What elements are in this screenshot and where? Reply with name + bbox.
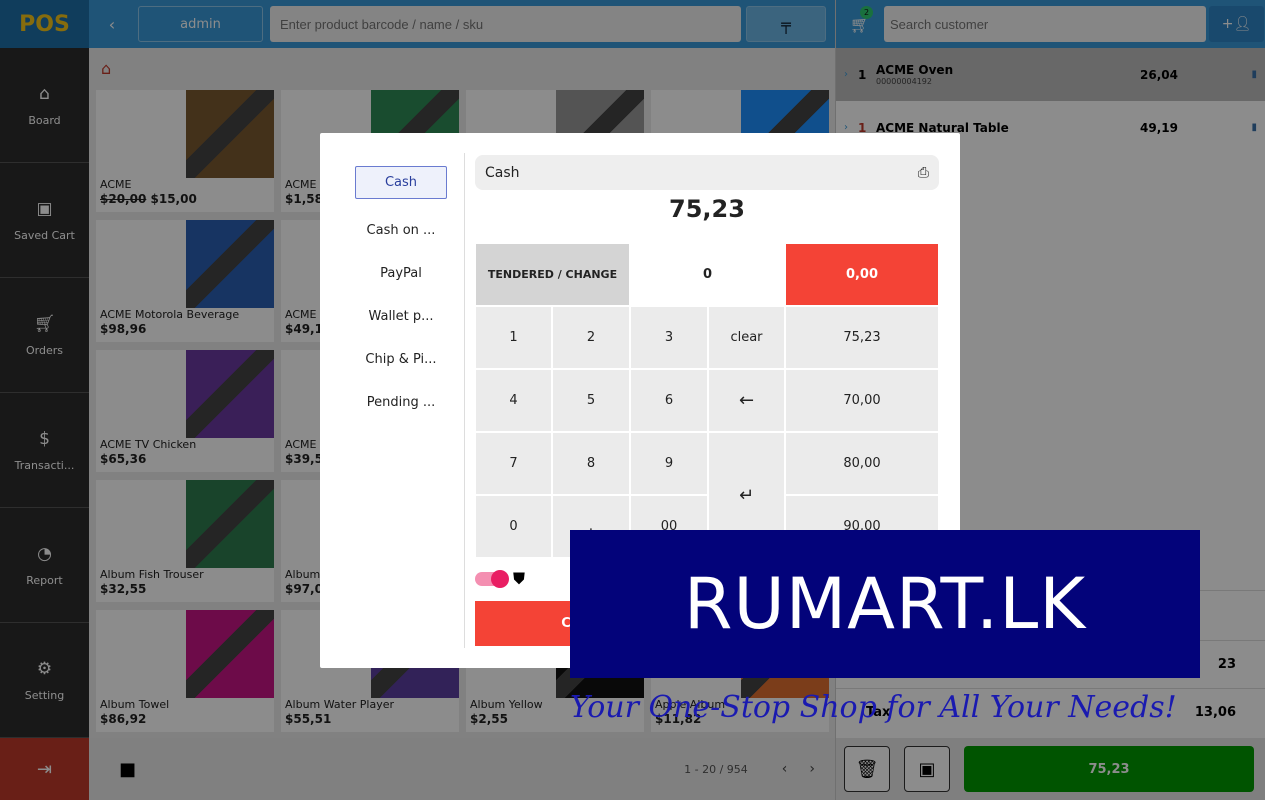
change-value: 0,00 — [785, 243, 939, 306]
key-clear[interactable]: clear — [708, 306, 785, 369]
tendered-label: TENDERED / CHANGE — [475, 243, 630, 306]
quick-amount[interactable]: 70,00 — [785, 369, 939, 432]
selected-method-label: Cash — [485, 164, 520, 181]
toggle-switch[interactable] — [475, 570, 509, 588]
backspace-key[interactable]: ← — [708, 369, 785, 432]
method-chip-pin[interactable]: Chip & Pi... — [355, 338, 447, 381]
method-pending[interactable]: Pending ... — [355, 381, 447, 424]
method-paypal[interactable]: PayPal — [355, 252, 447, 295]
method-wallet[interactable]: Wallet p... — [355, 295, 447, 338]
key-0[interactable]: 0 — [475, 495, 552, 558]
method-cash-on-delivery[interactable]: Cash on ... — [355, 209, 447, 252]
key-7[interactable]: 7 — [475, 432, 552, 495]
key-5[interactable]: 5 — [552, 369, 630, 432]
key-8[interactable]: 8 — [552, 432, 630, 495]
keypad: TENDERED / CHANGE 0 0,00 1 2 3 clear 75,… — [475, 243, 939, 558]
brand-tagline: Your One-Stop Shop for All Your Needs! — [570, 690, 1177, 725]
key-2[interactable]: 2 — [552, 306, 630, 369]
quick-amount[interactable]: 75,23 — [785, 306, 939, 369]
payment-amount: 75,23 — [669, 195, 745, 223]
key-9[interactable]: 9 — [630, 432, 708, 495]
print-icon[interactable]: ⎙ — [918, 165, 929, 181]
tendered-value: 0 — [630, 243, 785, 306]
payment-methods: Cash Cash on ... PayPal Wallet p... Chip… — [355, 166, 447, 424]
print-toggle[interactable]: ⛊ — [475, 569, 525, 589]
quick-amount[interactable]: 80,00 — [785, 432, 939, 495]
brand-watermark: RUMART.LK — [570, 530, 1200, 678]
divider — [464, 153, 465, 648]
key-3[interactable]: 3 — [630, 306, 708, 369]
method-cash[interactable]: Cash — [355, 166, 447, 199]
key-6[interactable]: 6 — [630, 369, 708, 432]
key-1[interactable]: 1 — [475, 306, 552, 369]
shield-icon: ⛊ — [513, 569, 526, 588]
key-4[interactable]: 4 — [475, 369, 552, 432]
payment-header: Cash ⎙ — [475, 155, 939, 190]
